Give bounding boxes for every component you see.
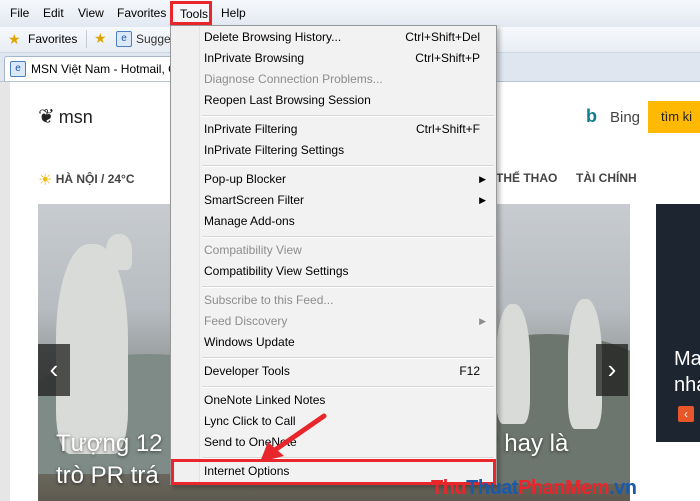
favorites-button[interactable]: Favorites xyxy=(28,32,77,46)
favorites-star-icon[interactable]: ★ xyxy=(8,31,21,48)
menu-item-onenote-linked-notes[interactable]: OneNote Linked Notes xyxy=(173,390,494,411)
submenu-arrow-icon: ▶ xyxy=(479,195,486,205)
menu-separator xyxy=(202,115,494,117)
watermark-part2: Thuat xyxy=(466,477,519,499)
menu-item-inprivate-filtering-settings[interactable]: InPrivate Filtering Settings xyxy=(173,140,494,161)
nav-finance[interactable]: TÀI CHÍNH xyxy=(576,171,637,185)
menu-item-label: InPrivate Filtering xyxy=(204,122,298,136)
toolbar-divider xyxy=(86,30,87,48)
bing-label-area: b Bing xyxy=(578,104,648,132)
menu-item-popup-blocker[interactable]: Pop-up Blocker ▶ xyxy=(173,169,494,190)
hero-headline-line2: trò PR trá xyxy=(56,462,159,489)
menu-item-compatibility-view-settings[interactable]: Compatibility View Settings xyxy=(173,261,494,282)
menu-separator xyxy=(202,236,494,238)
menu-favorites[interactable]: Favorites xyxy=(117,6,166,20)
suggested-sites-icon[interactable]: e xyxy=(116,31,132,47)
menu-item-label: Compatibility View xyxy=(204,243,302,257)
menu-item-label: SmartScreen Filter xyxy=(204,193,305,207)
menu-item-delete-browsing-history[interactable]: Delete Browsing History... Ctrl+Shift+Del xyxy=(173,27,494,48)
menu-help[interactable]: Help xyxy=(221,6,246,20)
menu-item-shortcut: F12 xyxy=(459,364,480,378)
menu-item-label: Reopen Last Browsing Session xyxy=(204,93,371,107)
menu-item-lync-click-to-call[interactable]: Lync Click to Call xyxy=(173,411,494,432)
menu-item-label: Feed Discovery xyxy=(204,314,288,328)
msn-logo-text: msn xyxy=(58,107,93,127)
carousel-prev-button[interactable]: ‹ xyxy=(38,344,70,396)
weather-widget[interactable]: ☀ HÀ NỘI / 24°C xyxy=(38,170,135,190)
menu-item-label: OneNote Linked Notes xyxy=(204,393,326,407)
menu-item-inprivate-filtering[interactable]: InPrivate Filtering Ctrl+Shift+F xyxy=(173,119,494,140)
menu-item-subscribe-feed: Subscribe to this Feed... xyxy=(173,290,494,311)
weather-text: HÀ NỘI / 24°C xyxy=(55,172,135,186)
menu-item-smartscreen-filter[interactable]: SmartScreen Filter ▶ xyxy=(173,190,494,211)
menu-view[interactable]: View xyxy=(78,6,104,20)
page-favicon-icon: e xyxy=(10,61,26,77)
menu-item-diagnose-connection: Diagnose Connection Problems... xyxy=(173,69,494,90)
browser-tab[interactable]: e MSN Việt Nam - Hotmail, O xyxy=(4,56,174,81)
carousel-next-button[interactable]: › xyxy=(596,344,628,396)
menu-item-inprivate-browsing[interactable]: InPrivate Browsing Ctrl+Shift+P xyxy=(173,48,494,69)
menu-separator xyxy=(202,357,494,359)
menu-item-windows-update[interactable]: Windows Update xyxy=(173,332,494,353)
hero-headline-line1-right: ' hay là xyxy=(493,430,569,457)
tools-menu: Delete Browsing History... Ctrl+Shift+Del… xyxy=(170,25,497,485)
hero-statue-head xyxy=(106,234,132,270)
menu-item-label: Developer Tools xyxy=(204,364,290,378)
hero-headline-line1: Tượng 12 xyxy=(56,430,163,457)
menu-item-label: Compatibility View Settings xyxy=(204,264,349,278)
add-favorite-icon[interactable]: ★ xyxy=(94,30,107,47)
menu-item-label: Delete Browsing History... xyxy=(204,30,342,44)
menu-item-send-to-onenote[interactable]: Send to OneNote xyxy=(173,432,494,453)
menu-item-reopen-last-session[interactable]: Reopen Last Browsing Session xyxy=(173,90,494,111)
watermark-part3: PhanMem xyxy=(518,477,610,499)
bing-label: Bing xyxy=(610,109,641,126)
menu-item-feed-discovery: Feed Discovery ▶ xyxy=(173,311,494,332)
watermark-logo: ThuThuatPhanMem.vn xyxy=(431,477,637,500)
menu-item-developer-tools[interactable]: Developer Tools F12 xyxy=(173,361,494,382)
submenu-arrow-icon: ▶ xyxy=(479,174,486,184)
suggested-sites-link[interactable]: Sugge xyxy=(136,32,171,46)
menu-item-shortcut: Ctrl+Shift+F xyxy=(415,122,480,136)
menu-item-label: InPrivate Filtering Settings xyxy=(204,143,345,157)
side-card-text: Ma nha xyxy=(674,348,700,396)
menu-edit[interactable]: Edit xyxy=(43,6,64,20)
menu-item-label: Subscribe to this Feed... xyxy=(204,293,334,307)
msn-logo[interactable]: ❦ msn xyxy=(38,104,93,129)
bing-logo-icon: b xyxy=(586,106,597,126)
menu-item-label: InPrivate Browsing xyxy=(204,51,305,65)
menu-bar: File Edit View Favorites Tools Help xyxy=(0,0,700,28)
partly-cloudy-icon: ☀ xyxy=(38,172,53,189)
msn-butterfly-icon: ❦ xyxy=(38,106,55,128)
menu-separator xyxy=(202,386,494,388)
menu-item-shortcut: Ctrl+Shift+P xyxy=(415,51,480,65)
watermark-part4: .vn xyxy=(609,477,637,499)
search-button[interactable]: tìm ki xyxy=(648,101,700,133)
watermark-part1: Thu xyxy=(431,477,467,499)
menu-item-label: Windows Update xyxy=(204,335,295,349)
hero-statue xyxy=(496,304,530,424)
menu-item-manage-addons[interactable]: Manage Add-ons xyxy=(173,211,494,232)
side-news-card[interactable]: Ma nha ‹ xyxy=(656,204,700,442)
menu-separator xyxy=(202,165,494,167)
menu-item-shortcut: Ctrl+Shift+Del xyxy=(405,30,480,44)
annotation-arrow-icon xyxy=(260,413,327,462)
menu-separator xyxy=(202,286,494,288)
menu-item-compatibility-view: Compatibility View xyxy=(173,240,494,261)
submenu-arrow-icon: ▶ xyxy=(479,316,486,326)
menu-tools[interactable]: Tools xyxy=(180,7,208,21)
menu-item-label: Manage Add-ons xyxy=(204,214,295,228)
nav-sports[interactable]: THỂ THAO xyxy=(496,171,557,185)
tab-title: MSN Việt Nam - Hotmail, O xyxy=(31,62,174,76)
menu-item-label: Pop-up Blocker xyxy=(204,172,287,186)
menu-tools-highlight[interactable]: Tools xyxy=(170,1,212,25)
side-card-source-icon: ‹ xyxy=(678,406,694,422)
menu-file[interactable]: File xyxy=(10,6,29,20)
menu-item-label: Diagnose Connection Problems... xyxy=(204,72,383,86)
